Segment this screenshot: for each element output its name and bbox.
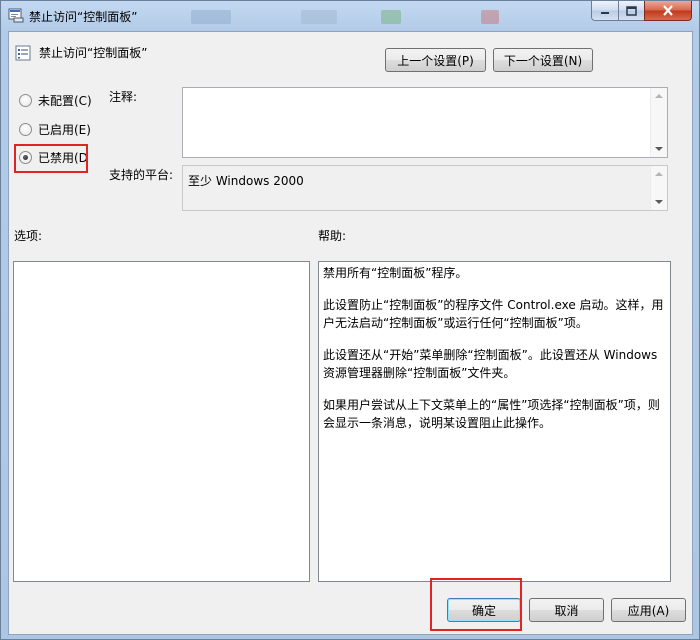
- background-blur: [381, 10, 401, 24]
- window-title: 禁止访问“控制面板”: [29, 10, 138, 24]
- highlight-box-ok: [430, 578, 522, 631]
- radio-enabled-label: 已启用(E): [38, 123, 91, 137]
- background-blur: [301, 10, 337, 24]
- radio-enabled-circle[interactable]: [19, 123, 32, 136]
- policy-title: 禁止访问“控制面板”: [39, 46, 148, 60]
- next-setting-button[interactable]: 下一个设置(N): [493, 48, 593, 72]
- background-blur: [191, 10, 231, 24]
- scroll-down-icon[interactable]: [655, 147, 663, 151]
- policy-setting-icon: [15, 45, 31, 61]
- radio-not-configured[interactable]: 未配置(C): [19, 92, 92, 109]
- comment-textarea[interactable]: [182, 87, 668, 158]
- options-label: 选项:: [14, 229, 43, 243]
- comment-scrollbar[interactable]: [650, 88, 667, 157]
- help-paragraph: 禁用所有“控制面板”程序。: [323, 266, 468, 280]
- options-pane[interactable]: [13, 261, 310, 582]
- scroll-up-icon[interactable]: [655, 172, 663, 176]
- help-paragraph: 此设置防止“控制面板”的程序文件 Control.exe 启动。这样，用户无法启…: [323, 298, 664, 330]
- radio-enabled[interactable]: 已启用(E): [19, 121, 91, 138]
- close-button[interactable]: [644, 1, 692, 21]
- radio-not-configured-circle[interactable]: [19, 94, 32, 107]
- help-label: 帮助:: [318, 229, 347, 243]
- help-paragraph: 此设置还从“开始”菜单删除“控制面板”。此设置还从 Windows 资源管理器删…: [323, 348, 658, 380]
- apply-button[interactable]: 应用(A): [611, 598, 686, 622]
- policy-window-icon: [8, 8, 24, 23]
- maximize-button[interactable]: [618, 1, 645, 21]
- close-icon: [663, 5, 673, 16]
- dialog-window: 禁止访问“控制面板” 禁止访问“控制面板” 上一个设置(P) 下一个设置(N): [0, 0, 700, 640]
- platform-field[interactable]: 至少 Windows 2000: [182, 165, 668, 211]
- scroll-down-icon[interactable]: [655, 200, 663, 204]
- dialog-client: 禁止访问“控制面板” 上一个设置(P) 下一个设置(N) 未配置(C) 已启用(…: [8, 31, 693, 635]
- comment-label: 注释:: [109, 90, 138, 104]
- title-bar[interactable]: 禁止访问“控制面板”: [1, 1, 699, 31]
- background-blur: [481, 10, 499, 24]
- platform-value: 至少 Windows 2000: [188, 174, 304, 188]
- scroll-up-icon[interactable]: [655, 94, 663, 98]
- highlight-box-disabled: [14, 144, 88, 173]
- minimize-icon: [601, 11, 609, 14]
- platform-scrollbar[interactable]: [650, 166, 667, 210]
- previous-setting-button[interactable]: 上一个设置(P): [385, 48, 486, 72]
- help-paragraph: 如果用户尝试从上下文菜单上的“属性”项选择“控制面板”项，则会显示一条消息，说明…: [323, 398, 660, 430]
- platform-label: 支持的平台:: [109, 168, 174, 182]
- help-pane[interactable]: 禁用所有“控制面板”程序。 此设置防止“控制面板”的程序文件 Control.e…: [318, 261, 671, 582]
- cancel-button[interactable]: 取消: [529, 598, 604, 622]
- radio-not-configured-label: 未配置(C): [38, 94, 92, 108]
- maximize-icon: [626, 5, 637, 16]
- minimize-button[interactable]: [591, 1, 619, 21]
